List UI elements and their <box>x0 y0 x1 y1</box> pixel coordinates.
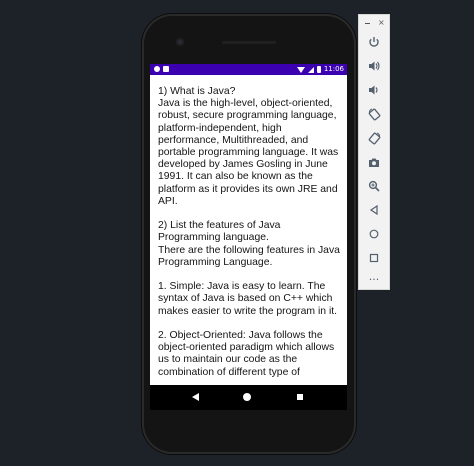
home-icon[interactable] <box>243 393 251 401</box>
overview-icon <box>369 253 379 263</box>
status-time: 11:06 <box>323 65 344 73</box>
rotate-left-icon <box>368 108 380 120</box>
emulator-desktop: 11:06 1) What is Java? Java is the high-… <box>0 0 474 466</box>
power-button[interactable] <box>364 33 384 51</box>
recents-icon[interactable] <box>297 394 303 400</box>
emulator-toolbar: × ··· <box>358 14 390 290</box>
back-icon <box>369 205 378 215</box>
settings-icon <box>154 66 160 72</box>
phone-device: 11:06 1) What is Java? Java is the high-… <box>142 14 356 454</box>
toolbar-window-controls: × <box>359 18 389 28</box>
toolbar-home-button[interactable] <box>364 225 384 243</box>
status-bar: 11:06 <box>150 64 347 75</box>
signal-icon <box>307 66 314 73</box>
volume-up-icon <box>368 61 380 71</box>
more-button[interactable]: ··· <box>364 271 384 289</box>
battery-icon <box>316 66 321 73</box>
rotate-left-button[interactable] <box>364 105 384 123</box>
status-left-icons <box>154 66 169 73</box>
article-text: 1) What is Java? Java is the high-level,… <box>158 86 340 378</box>
wifi-icon <box>296 66 305 73</box>
back-icon[interactable] <box>192 393 199 401</box>
app-content[interactable]: 1) What is Java? Java is the high-level,… <box>150 75 347 385</box>
more-icon: ··· <box>368 273 380 286</box>
front-camera-icon <box>176 38 184 46</box>
volume-down-button[interactable] <box>364 81 384 99</box>
zoom-icon <box>368 180 380 192</box>
minimize-icon[interactable] <box>365 23 370 24</box>
volume-down-icon <box>369 85 378 95</box>
rotate-right-button[interactable] <box>364 129 384 147</box>
close-icon[interactable]: × <box>378 18 385 28</box>
rotate-right-icon <box>368 132 380 144</box>
toolbar-back-button[interactable] <box>364 201 384 219</box>
screenshot-button[interactable] <box>364 153 384 171</box>
status-right-icons: 11:06 <box>296 64 344 75</box>
toolbar-overview-button[interactable] <box>364 249 384 267</box>
phone-screen[interactable]: 11:06 1) What is Java? Java is the high-… <box>150 64 347 410</box>
notification-icon <box>163 66 169 72</box>
zoom-button[interactable] <box>364 177 384 195</box>
volume-up-button[interactable] <box>364 57 384 75</box>
power-icon <box>369 37 379 47</box>
camera-icon <box>369 158 379 167</box>
home-icon <box>369 229 379 239</box>
navigation-bar <box>150 385 347 410</box>
earpiece-speaker <box>222 41 276 44</box>
